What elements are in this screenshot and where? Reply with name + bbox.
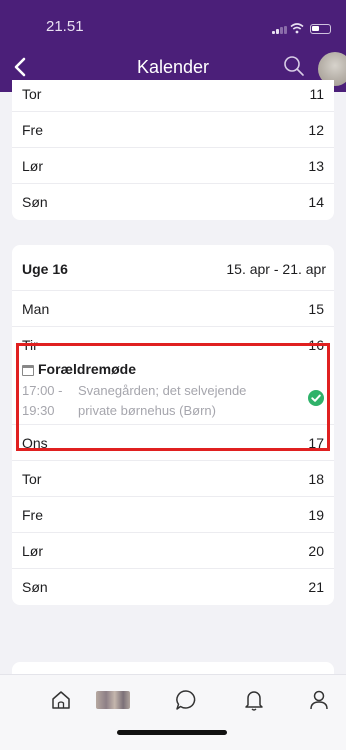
status-time: 21.51 xyxy=(46,18,84,35)
day-row[interactable]: Lør 13 xyxy=(12,148,334,184)
day-number: 15 xyxy=(308,301,324,317)
search-icon[interactable] xyxy=(282,54,306,78)
event-highlight-box xyxy=(16,343,330,451)
week-15-card: Tor 11 Fre 12 Lør 13 Søn 14 xyxy=(12,80,334,220)
bell-icon[interactable] xyxy=(241,687,267,713)
week-date-range: 15. apr - 21. apr xyxy=(226,261,326,277)
tab-bar xyxy=(0,674,346,750)
day-number: 11 xyxy=(309,86,324,102)
day-number: 20 xyxy=(308,543,324,559)
battery-icon xyxy=(310,24,331,34)
day-name: Man xyxy=(22,301,50,317)
week-label: Uge 16 xyxy=(22,261,68,277)
day-name: Søn xyxy=(22,194,48,210)
photo-thumbnail[interactable] xyxy=(96,691,130,709)
day-name: Søn xyxy=(22,579,48,595)
day-number: 19 xyxy=(308,507,324,523)
home-indicator xyxy=(117,730,227,735)
day-name: Lør xyxy=(22,158,43,174)
day-row[interactable]: Tor 18 xyxy=(12,461,334,497)
day-row[interactable]: Søn 14 xyxy=(12,184,334,220)
day-number: 13 xyxy=(308,158,324,174)
day-row[interactable]: Fre 12 xyxy=(12,112,334,148)
day-row[interactable]: Tor 11 xyxy=(12,80,334,112)
status-bar: 21.51 xyxy=(0,0,346,48)
day-row[interactable]: Fre 19 xyxy=(12,497,334,533)
profile-icon[interactable] xyxy=(306,687,332,713)
day-name: Tor xyxy=(22,471,42,487)
day-name: Tor xyxy=(22,86,42,102)
day-number: 21 xyxy=(308,579,324,595)
day-row[interactable]: Lør 20 xyxy=(12,533,334,569)
week-header: Uge 16 15. apr - 21. apr xyxy=(12,245,334,291)
home-icon[interactable] xyxy=(48,687,74,713)
day-name: Fre xyxy=(22,507,43,523)
day-row[interactable]: Søn 21 xyxy=(12,569,334,605)
day-name: Fre xyxy=(22,122,43,138)
cellular-signal-icon xyxy=(272,26,287,34)
day-row[interactable]: Man 15 xyxy=(12,291,334,327)
wifi-icon xyxy=(290,23,304,34)
day-number: 12 xyxy=(308,122,324,138)
day-number: 14 xyxy=(308,194,324,210)
next-week-card xyxy=(12,662,334,674)
app-header: 21.51 Kalender xyxy=(0,0,346,92)
chat-icon[interactable] xyxy=(173,687,199,713)
day-name: Lør xyxy=(22,543,43,559)
day-number: 18 xyxy=(308,471,324,487)
